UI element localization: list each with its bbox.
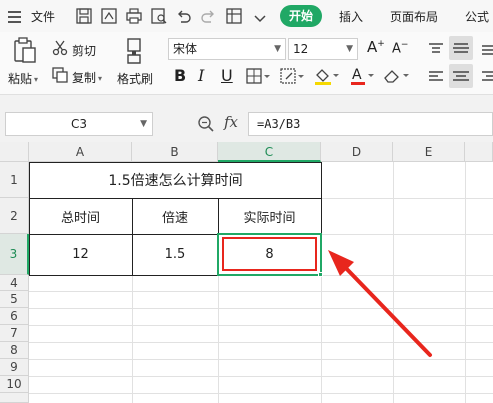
- cell-a1-title[interactable]: 1.5倍速怎么计算时间: [29, 162, 322, 198]
- ribbon-toolbar: 粘贴 ▾ 剪切 复制 ▾ 格式刷 宋体 ▼ 12 ▼ A+ A− B I U A: [0, 32, 493, 94]
- menu-bar: 文件 开始 插入 页面布局 公式: [0, 0, 493, 32]
- row-header-4[interactable]: 4: [0, 275, 29, 291]
- font-color-icon[interactable]: A: [349, 66, 377, 86]
- zoom-search-icon[interactable]: [197, 115, 215, 136]
- row-header-10[interactable]: 10: [0, 376, 29, 393]
- select-all-corner[interactable]: [0, 142, 29, 162]
- align-left-icon[interactable]: [428, 70, 444, 84]
- tab-home[interactable]: 开始: [280, 5, 322, 27]
- cell-b2[interactable]: 倍速: [132, 198, 218, 234]
- align-middle-icon[interactable]: [449, 36, 473, 60]
- row-header-7[interactable]: 7: [0, 325, 29, 342]
- formula-bar: C3 ▼ fx =A3/B3: [0, 94, 493, 142]
- chevron-down-icon: ▼: [274, 44, 281, 54]
- cell-c2[interactable]: 实际时间: [218, 198, 321, 234]
- fill-color-icon[interactable]: [313, 66, 341, 86]
- cut-button[interactable]: 剪切: [72, 42, 96, 59]
- row-header-6[interactable]: 6: [0, 308, 29, 325]
- cell-a3[interactable]: 12: [29, 234, 132, 275]
- underline-button[interactable]: U: [221, 65, 233, 87]
- row-header-1[interactable]: 1: [0, 162, 29, 198]
- align-right-icon[interactable]: [481, 70, 493, 84]
- font-size-select[interactable]: 12 ▼: [288, 38, 358, 60]
- column-header-e[interactable]: E: [393, 142, 465, 162]
- column-header-d[interactable]: D: [321, 142, 393, 162]
- menu-icon[interactable]: [8, 11, 21, 26]
- column-header-f[interactable]: [465, 142, 493, 162]
- file-menu[interactable]: 文件: [31, 8, 55, 25]
- red-arrow-icon: [328, 250, 432, 357]
- save-icon[interactable]: [75, 7, 93, 25]
- print-preview-icon[interactable]: [150, 7, 168, 25]
- row-header-8[interactable]: 8: [0, 342, 29, 359]
- increase-font-icon[interactable]: A+: [367, 38, 385, 56]
- fx-icon[interactable]: fx: [224, 113, 238, 131]
- print-icon[interactable]: [125, 7, 143, 25]
- formula-input[interactable]: =A3/B3: [248, 112, 493, 136]
- undo-icon[interactable]: [175, 7, 193, 25]
- border-icon[interactable]: [246, 68, 272, 84]
- chevron-down-icon: ▼: [346, 44, 353, 54]
- scissors-icon[interactable]: [52, 40, 68, 56]
- eraser-icon[interactable]: [383, 68, 413, 84]
- copy-button[interactable]: 复制 ▾: [72, 69, 102, 86]
- row-header-9[interactable]: 9: [0, 359, 29, 376]
- spreadsheet-grid[interactable]: A B C D E 1 2 3 4 5 6 7 8 9 10 1.5倍速怎么计算…: [0, 142, 493, 403]
- font-name-select[interactable]: 宋体 ▼: [168, 38, 286, 60]
- align-center-icon[interactable]: [449, 64, 473, 88]
- export-pdf-icon[interactable]: [100, 7, 118, 25]
- more-chevron-icon[interactable]: [251, 10, 269, 28]
- decrease-font-icon[interactable]: A−: [392, 40, 408, 56]
- tab-insert[interactable]: 插入: [339, 8, 363, 25]
- bold-button[interactable]: B: [174, 65, 186, 87]
- paste-button[interactable]: 粘贴 ▾: [8, 70, 38, 87]
- chevron-down-icon: ▼: [140, 119, 147, 129]
- format-painter-button[interactable]: 格式刷: [117, 70, 153, 87]
- tab-formulas[interactable]: 公式: [465, 8, 489, 25]
- column-header-c[interactable]: C: [218, 142, 321, 162]
- svg-text:A: A: [352, 67, 362, 83]
- format-painter-icon[interactable]: [123, 37, 145, 65]
- row-header-5[interactable]: 5: [0, 291, 29, 308]
- cell-style-icon[interactable]: [280, 68, 306, 84]
- redo-icon[interactable]: [199, 7, 217, 25]
- align-bottom-icon[interactable]: [481, 42, 493, 56]
- cell-b3[interactable]: 1.5: [132, 234, 218, 275]
- row-header-11[interactable]: [0, 393, 29, 403]
- tab-page-layout[interactable]: 页面布局: [390, 8, 438, 25]
- column-header-b[interactable]: B: [132, 142, 218, 162]
- cell-c3[interactable]: 8: [218, 234, 321, 275]
- table-format-icon[interactable]: [225, 7, 243, 25]
- paste-icon[interactable]: [12, 37, 38, 65]
- row-header-3[interactable]: 3: [0, 234, 29, 275]
- name-box[interactable]: C3 ▼: [5, 112, 153, 136]
- row-header-2[interactable]: 2: [0, 198, 29, 234]
- gridline: [29, 393, 493, 394]
- italic-button[interactable]: I: [198, 65, 204, 87]
- column-header-a[interactable]: A: [29, 142, 132, 162]
- cell-a2[interactable]: 总时间: [29, 198, 132, 234]
- gridline: [29, 376, 493, 377]
- align-top-icon[interactable]: [428, 42, 444, 56]
- copy-icon[interactable]: [52, 67, 68, 83]
